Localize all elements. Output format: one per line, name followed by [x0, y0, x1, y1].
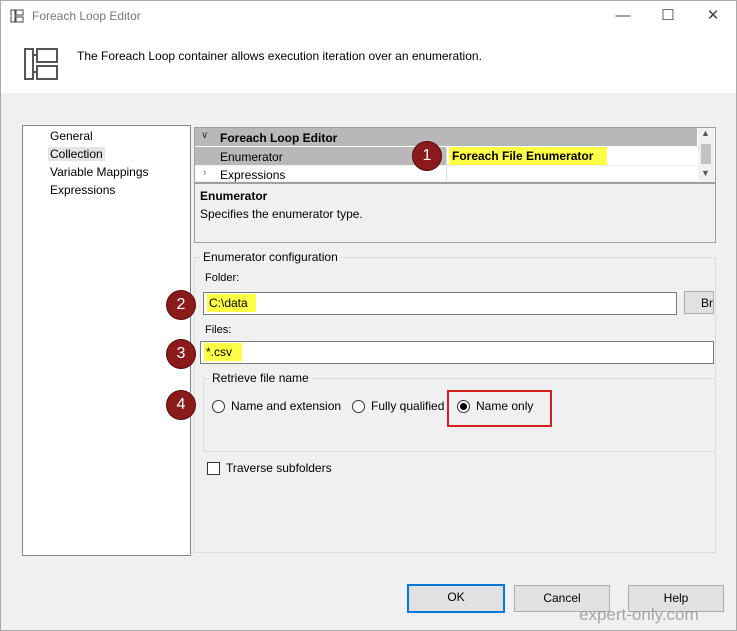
- scroll-down-icon[interactable]: ▼: [701, 168, 710, 178]
- folder-input[interactable]: C:\data: [203, 292, 677, 315]
- watermark-text: expert-only.com: [579, 605, 699, 624]
- grid-category-row[interactable]: ∨ Foreach Loop Editor: [195, 128, 697, 146]
- nav-item-collection[interactable]: Collection: [48, 147, 105, 161]
- files-value: *.csv: [204, 343, 243, 361]
- files-input[interactable]: *.csv: [200, 341, 714, 364]
- scroll-thumb[interactable]: [701, 144, 711, 164]
- page-navigation-list: General Collection Variable Mappings Exp…: [22, 125, 191, 556]
- foreach-container-icon: [10, 9, 24, 23]
- ok-button[interactable]: OK: [407, 584, 505, 613]
- grid-row-expressions[interactable]: › Expressions: [195, 166, 697, 182]
- header-description: The Foreach Loop container allows execut…: [77, 49, 482, 63]
- files-label: Files:: [205, 324, 232, 336]
- traverse-subfolders-checkbox[interactable]: [207, 462, 220, 475]
- radio-fully-qualified-label[interactable]: Fully qualified: [371, 399, 444, 413]
- property-description-box: Enumerator Specifies the enumerator type…: [194, 183, 716, 243]
- enumerator-value[interactable]: Foreach File Enumerator: [449, 147, 607, 165]
- grid-row-enumerator[interactable]: Enumerator Foreach File Enumerator: [195, 147, 698, 166]
- editor-header: The Foreach Loop container allows execut…: [1, 31, 736, 93]
- grid-category-label: Foreach Loop Editor: [220, 131, 338, 145]
- chevron-right-icon[interactable]: ›: [203, 167, 206, 178]
- annotation-badge-4: 4: [167, 391, 195, 419]
- foreach-loop-editor-window: Foreach Loop Editor — ☐ ✕ The Foreach Lo…: [0, 0, 737, 631]
- expressions-value-cell[interactable]: [446, 166, 698, 181]
- grid-property-name: Expressions: [220, 168, 286, 182]
- annotation-badge-1: 1: [413, 142, 441, 170]
- annotation-badge-2: 2: [167, 291, 195, 319]
- annotation-badge-3: 3: [167, 340, 195, 368]
- folder-value: C:\data: [207, 294, 256, 312]
- radio-fully-qualified[interactable]: [352, 400, 365, 413]
- nav-item-expressions[interactable]: Expressions: [48, 183, 117, 197]
- traverse-subfolders-label[interactable]: Traverse subfolders: [226, 461, 332, 475]
- close-button[interactable]: ✕: [698, 5, 728, 27]
- browse-button[interactable]: Br: [684, 291, 714, 314]
- description-title: Enumerator: [200, 189, 268, 203]
- minimize-button[interactable]: —: [608, 5, 638, 27]
- maximize-button[interactable]: ☐: [653, 5, 683, 27]
- scroll-up-icon[interactable]: ▲: [701, 128, 710, 138]
- foreach-loop-icon: [24, 48, 58, 80]
- annotation-highlight-frame: [447, 390, 552, 427]
- folder-label: Folder:: [205, 272, 240, 284]
- nav-item-general[interactable]: General: [48, 129, 95, 143]
- nav-item-variable-mappings[interactable]: Variable Mappings: [48, 165, 151, 179]
- description-text: Specifies the enumerator type.: [200, 207, 363, 221]
- title-bar: Foreach Loop Editor — ☐ ✕: [1, 1, 736, 31]
- grid-scrollbar[interactable]: ▲ ▼: [698, 128, 714, 182]
- retrieve-file-name-label: Retrieve file name: [209, 371, 312, 385]
- enumerator-value-cell[interactable]: Foreach File Enumerator: [446, 147, 698, 165]
- grid-property-name: Enumerator: [220, 150, 283, 164]
- window-title: Foreach Loop Editor: [32, 9, 141, 23]
- property-grid: ∨ Foreach Loop Editor Enumerator Foreach…: [194, 127, 716, 183]
- radio-name-and-extension-label[interactable]: Name and extension: [231, 399, 341, 413]
- enumerator-configuration-label: Enumerator configuration: [200, 250, 341, 264]
- radio-name-and-extension[interactable]: [212, 400, 225, 413]
- chevron-down-icon[interactable]: ∨: [201, 130, 208, 141]
